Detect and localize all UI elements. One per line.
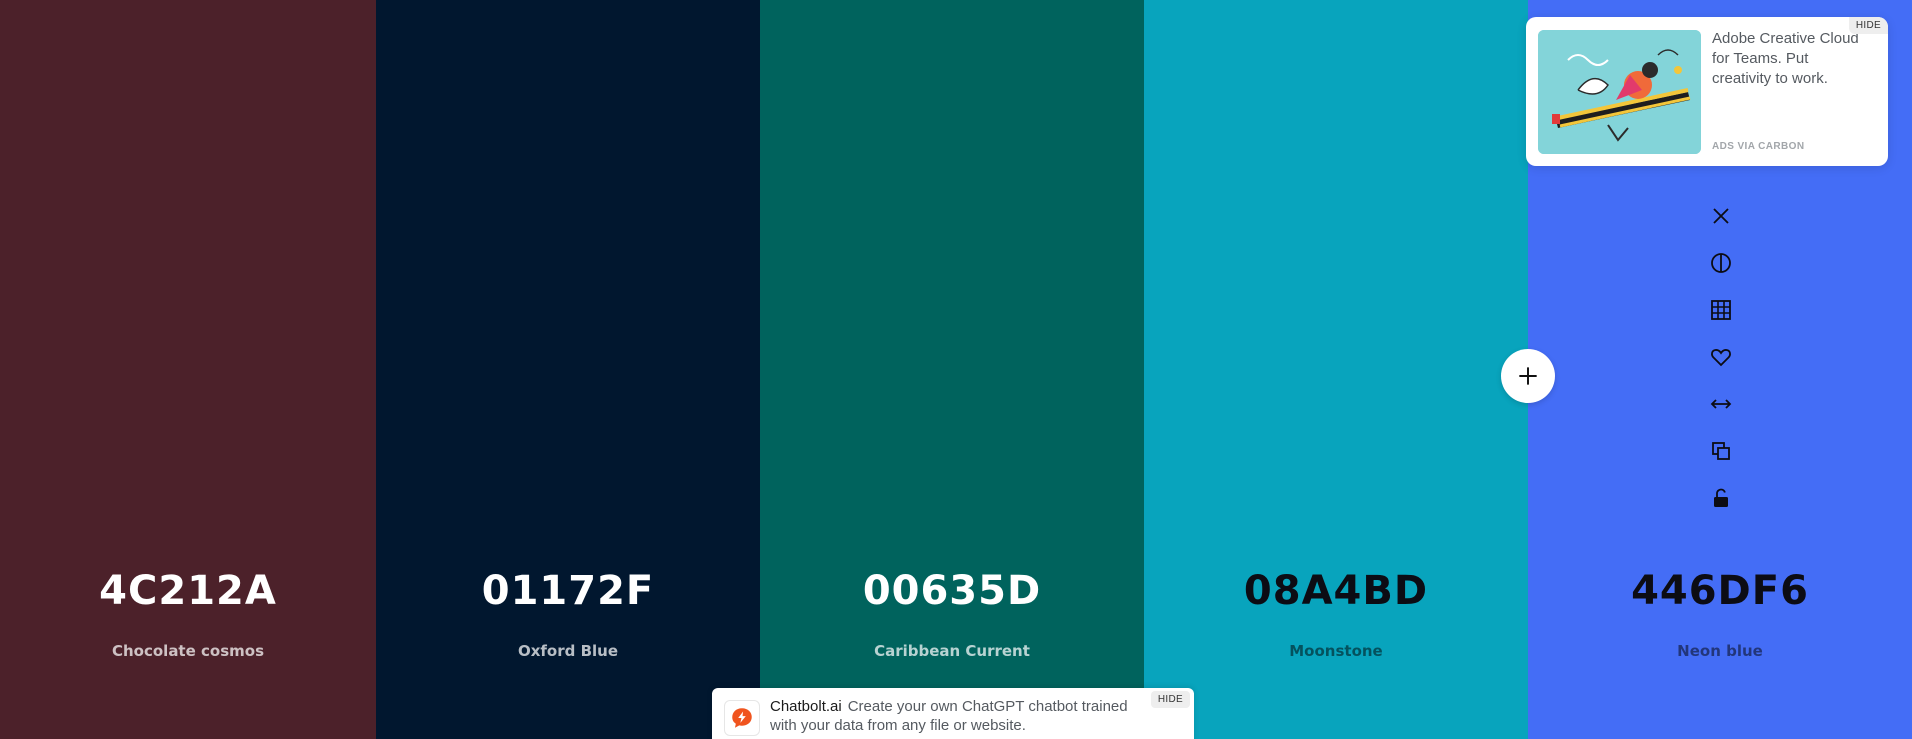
ad-image[interactable] [1538, 30, 1701, 154]
view-shades-button[interactable] [1700, 242, 1742, 284]
contrast-icon [1711, 253, 1731, 273]
color-hex[interactable]: 4C212A [0, 568, 376, 614]
color-swatch-moonstone[interactable]: 08A4BD Moonstone [1144, 0, 1528, 739]
hide-ad-button[interactable]: HIDE [1848, 17, 1888, 34]
carbon-ad[interactable]: Adobe Creative Cloud for Teams. Put crea… [1526, 17, 1888, 166]
color-name[interactable]: Caribbean Current [760, 642, 1144, 660]
color-hex[interactable]: 08A4BD [1144, 568, 1528, 614]
color-swatch-caribbean-current[interactable]: 00635D Caribbean Current [760, 0, 1144, 739]
plus-icon [1519, 367, 1537, 385]
banner-text[interactable]: Chatbolt.ai Create your own ChatGPT chatb… [770, 697, 1130, 735]
color-swatch-chocolate-cosmos[interactable]: 4C212A Chocolate cosmos [0, 0, 376, 739]
color-hex[interactable]: 01172F [376, 568, 760, 614]
color-name[interactable]: Neon blue [1528, 642, 1912, 660]
close-icon [1713, 208, 1729, 224]
ad-text[interactable]: Adobe Creative Cloud for Teams. Put crea… [1712, 29, 1862, 89]
drag-arrows-icon [1710, 399, 1732, 409]
add-color-button[interactable] [1501, 349, 1555, 403]
shades-grid-icon [1711, 300, 1731, 320]
lock-color-button[interactable] [1700, 477, 1742, 519]
color-name[interactable]: Oxford Blue [376, 642, 760, 660]
drag-button[interactable] [1700, 383, 1742, 425]
chatbolt-logo [724, 700, 760, 736]
chatbolt-logo-icon [732, 708, 752, 728]
copy-color-button[interactable] [1700, 430, 1742, 472]
color-swatch-oxford-blue[interactable]: 01172F Oxford Blue [376, 0, 760, 739]
color-hex[interactable]: 446DF6 [1528, 568, 1912, 614]
heart-icon [1711, 349, 1731, 367]
copy-icon [1712, 442, 1730, 460]
ad-via-label[interactable]: ADS VIA CARBON [1712, 141, 1804, 152]
color-name[interactable]: Moonstone [1144, 642, 1528, 660]
chatbolt-banner[interactable]: Chatbolt.ai Create your own ChatGPT chatb… [712, 688, 1194, 739]
lock-icon [1714, 488, 1728, 507]
save-color-button[interactable] [1700, 336, 1742, 378]
ad-illustration [1538, 30, 1701, 154]
color-name[interactable]: Chocolate cosmos [0, 642, 376, 660]
hide-banner-button[interactable]: HIDE [1150, 691, 1190, 708]
color-hex[interactable]: 00635D [760, 568, 1144, 614]
banner-brand[interactable]: Chatbolt.ai [770, 698, 842, 715]
remove-color-button[interactable] [1700, 195, 1742, 237]
shades-grid-button[interactable] [1700, 289, 1742, 331]
